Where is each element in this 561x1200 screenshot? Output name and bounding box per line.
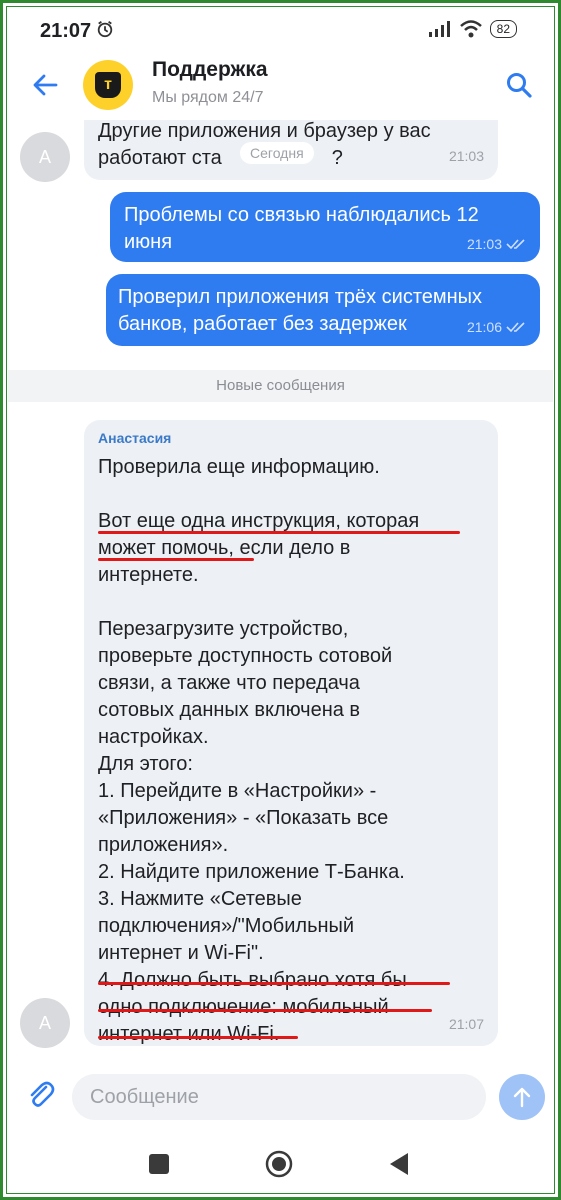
back-button[interactable]: [383, 1148, 415, 1180]
new-messages-divider: Новые сообщения: [8, 370, 553, 402]
chat-messages[interactable]: А Другие приложения и браузер у вас рабо…: [0, 120, 561, 1060]
read-checkmarks-icon: [506, 239, 525, 250]
date-pill: Сегодня: [240, 142, 314, 164]
recents-square-icon: [149, 1154, 169, 1174]
alarm-icon: [97, 21, 113, 38]
message-time: 21:06: [467, 319, 526, 335]
message-text-line: 2. Найдите приложение Т-Банка.: [98, 861, 405, 883]
message-time: 21:07: [448, 1016, 484, 1032]
divider-label: Новые сообщения: [216, 377, 345, 394]
annotation-underline: [98, 558, 254, 561]
annotation-underline: [98, 1036, 298, 1039]
message-time: 21:03: [448, 148, 484, 164]
wifi-icon: [459, 20, 482, 38]
avatar: А: [20, 132, 70, 182]
message-bubble-outgoing[interactable]: Проблемы со связью наблюдались 12 июня 2…: [110, 192, 540, 262]
message-text-line: Проблемы со связью наблюдались 12: [124, 204, 479, 226]
battery-indicator: 82: [489, 20, 517, 38]
status-icons: 82: [428, 20, 517, 38]
recents-button[interactable]: [143, 1148, 175, 1180]
annotation-underline: [98, 982, 450, 985]
message-text-line: Для этого:: [98, 753, 193, 775]
message-text-line: интернет или Wi-Fi.: [98, 1023, 280, 1045]
chat-title: Поддержка: [152, 58, 268, 81]
message-text-line: связи, а также что передача: [98, 672, 360, 694]
message-body: Проверила еще информацию. Вот еще одна и…: [98, 454, 419, 1048]
annotation-underline: [98, 531, 460, 534]
chat-subtitle: Мы рядом 24/7: [152, 89, 264, 106]
system-nav-bar: [0, 1136, 561, 1192]
chat-header: т Поддержка Мы рядом 24/7: [0, 56, 561, 120]
signal-icon: [428, 21, 450, 37]
message-text-line: июня: [124, 231, 173, 253]
logo-shield-icon: т: [95, 72, 121, 98]
home-button[interactable]: [263, 1148, 295, 1180]
message-text-line: приложения».: [98, 834, 229, 856]
back-arrow-icon[interactable]: [30, 70, 60, 100]
status-time: 21:07: [40, 20, 92, 42]
send-arrow-icon: [513, 1087, 531, 1108]
message-composer: [0, 1062, 561, 1132]
attach-paperclip-icon[interactable]: [24, 1078, 56, 1110]
message-bubble-outgoing[interactable]: Проверил приложения трёх системных банко…: [106, 274, 540, 346]
send-button[interactable]: [499, 1074, 545, 1120]
message-text-line: проверьте доступность сотовой: [98, 645, 393, 667]
message-text-line: 1. Перейдите в «Настройки» -: [98, 780, 377, 802]
support-logo[interactable]: т: [83, 60, 133, 110]
message-text-line: 3. Нажмите «Сетевые: [98, 888, 302, 910]
back-triangle-icon: [390, 1153, 408, 1175]
message-text-line: 4. Должно быть выбрано хотя бы: [98, 969, 407, 991]
message-input[interactable]: [72, 1074, 486, 1120]
message-text-line: Перезагрузите устройство,: [98, 618, 349, 640]
message-bubble-incoming[interactable]: Анастасия Проверила еще информацию. Вот …: [84, 420, 498, 1046]
message-text-line: банков, работает без задержек: [118, 313, 407, 335]
message-text-line: интернете.: [98, 564, 199, 586]
message-sender: Анастасия: [98, 430, 172, 446]
annotation-underline: [98, 1009, 432, 1012]
message-text-line: одно подключение: мобильный: [98, 996, 389, 1018]
status-bar: 21:07 82: [0, 0, 561, 56]
message-text-line: Проверил приложения трёх системных: [118, 286, 483, 308]
message-text-line: [98, 589, 419, 616]
message-text-line: [98, 481, 419, 508]
message-text-line: настройках.: [98, 726, 209, 748]
home-circle-icon: [265, 1150, 293, 1178]
message-time: 21:03: [467, 236, 526, 252]
read-checkmarks-icon: [506, 322, 525, 333]
message-text-line: «Приложения» - «Показать все: [98, 807, 389, 829]
search-icon[interactable]: [505, 71, 533, 99]
message-text-line: интернет и Wi-Fi".: [98, 942, 264, 964]
avatar: А: [20, 998, 70, 1048]
message-text-line: Проверила еще информацию.: [98, 456, 380, 478]
message-text-line: подключения»/"Мобильный: [98, 915, 355, 937]
message-text-line: сотовых данных включена в: [98, 699, 361, 721]
